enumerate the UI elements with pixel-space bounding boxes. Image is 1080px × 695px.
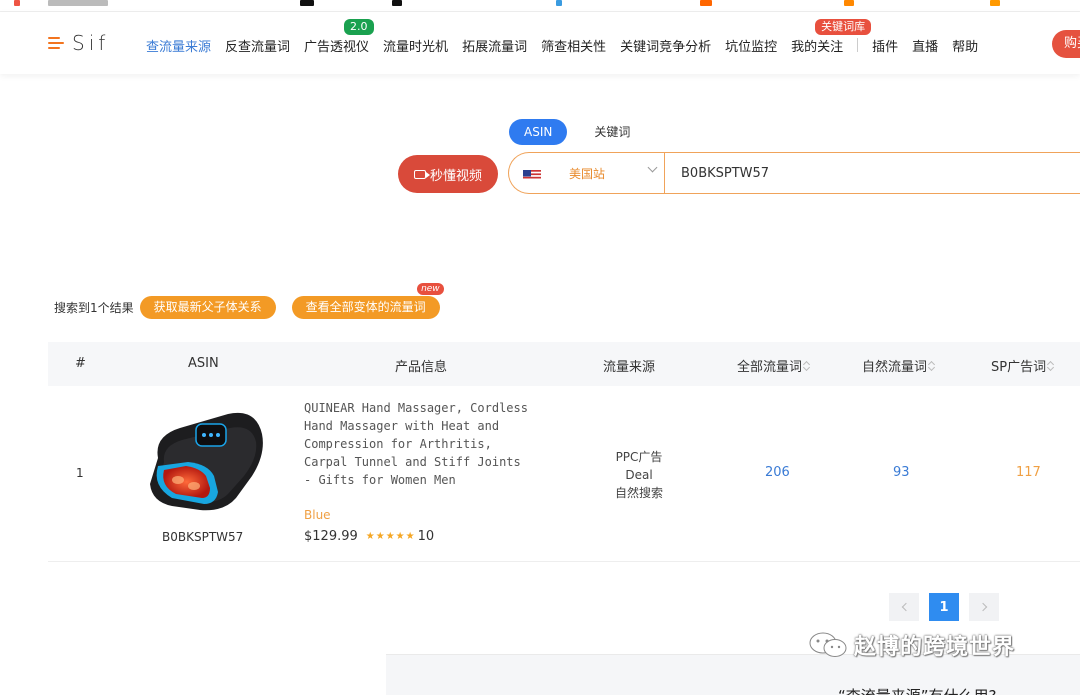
logo-text: Sif: [72, 31, 110, 55]
product-variant: Blue: [304, 508, 331, 522]
sort-icon[interactable]: [929, 361, 935, 371]
product-price: $129.99: [304, 529, 358, 544]
col-header-organic-keywords[interactable]: 自然流量词: [862, 356, 935, 375]
buy-button[interactable]: 购买: [1052, 30, 1080, 58]
review-count: 10: [417, 529, 435, 544]
faq-heading: “查流量来源”有什么用?: [838, 685, 997, 695]
watermark-text: 赵博的跨境世界: [854, 635, 1016, 660]
top-nav-bar: Sif 查流量来源 反查流量词 广告透视仪 2.0 流量时光机 拓展流量词 筛查…: [0, 12, 1080, 74]
logo[interactable]: Sif: [48, 31, 109, 55]
star-rating-icon: ★★★★★: [365, 531, 416, 542]
bookmark-icon[interactable]: [844, 0, 854, 6]
search-box: 美国站: [508, 152, 1080, 194]
bookmark-icon[interactable]: [14, 0, 20, 6]
nav-item-expand-keywords[interactable]: 拓展流量词: [462, 36, 527, 55]
nav-item-relevance[interactable]: 筛查相关性: [541, 36, 606, 55]
main-nav: 查流量来源 反查流量词 广告透视仪 2.0 流量时光机 拓展流量词 筛查相关性 …: [146, 19, 992, 55]
video-icon: [413, 169, 430, 179]
source-item: Deal: [625, 468, 653, 482]
results-summary-bar: 搜索到1个结果 获取最新父子体关系 查看全部变体的流量词 new: [54, 283, 444, 319]
price-rating-row: $129.99 ★★★★★ 10: [304, 529, 434, 544]
nav-item-plugin[interactable]: 插件: [872, 36, 898, 55]
col-header-asin: ASIN: [188, 356, 219, 371]
col-header-label: SP广告词: [991, 360, 1047, 375]
row-number: 1: [76, 466, 84, 480]
table-row: 1 B0BKSPTW57 QUINEAR Hand Massager, Cord…: [48, 386, 1080, 562]
nav-item-my-watchlist[interactable]: 我的关注 关键词库: [791, 19, 872, 55]
us-flag-icon: [523, 167, 541, 179]
marketplace-label: 美国站: [569, 166, 606, 181]
col-header-label: 自然流量词: [862, 360, 928, 375]
col-header-sp-keywords[interactable]: SP广告词: [991, 356, 1054, 375]
version-badge: 2.0: [344, 19, 374, 35]
nav-item-keyword-competition[interactable]: 关键词竞争分析: [620, 36, 711, 55]
row-asin[interactable]: B0BKSPTW57: [162, 530, 243, 544]
next-page-button[interactable]: [969, 593, 999, 621]
organic-keywords-count[interactable]: 93: [893, 465, 910, 480]
nav-item-help[interactable]: 帮助: [952, 36, 978, 55]
all-keywords-count[interactable]: 206: [765, 465, 790, 480]
col-header-all-keywords[interactable]: 全部流量词: [737, 356, 810, 375]
nav-divider: [857, 38, 859, 52]
search-mode-tabs: ASIN 关键词: [509, 119, 645, 145]
new-badge: new: [417, 283, 444, 295]
traffic-sources: PPC广告 Deal 自然搜索: [604, 448, 674, 502]
col-header-source: 流量来源: [603, 360, 656, 375]
bookmark-icon[interactable]: [700, 0, 712, 6]
marketplace-select[interactable]: 美国站: [509, 153, 665, 193]
col-header-product: 产品信息: [395, 360, 448, 375]
prev-page-button[interactable]: [889, 593, 919, 621]
nav-item-traffic-timemachine[interactable]: 流量时光机: [383, 36, 448, 55]
results-count: 搜索到1个结果: [54, 301, 134, 315]
pagination: 1: [889, 593, 1009, 621]
source-item: 自然搜索: [614, 486, 663, 500]
sort-icon[interactable]: [1048, 361, 1054, 371]
sp-keywords-count[interactable]: 117: [1016, 465, 1041, 480]
sort-icon[interactable]: [804, 361, 810, 371]
bookmark-icon[interactable]: [990, 0, 1000, 6]
chevron-left-icon: [901, 602, 910, 612]
bookmark-item[interactable]: [48, 0, 108, 6]
nav-item-label: 广告透视仪: [304, 40, 370, 55]
watermark: 赵博的跨境世界: [808, 629, 1015, 661]
page-button-current[interactable]: 1: [929, 593, 959, 621]
nav-item-reverse-keywords[interactable]: 反查流量词: [225, 36, 290, 55]
view-all-variants-label: 查看全部变体的流量词: [305, 300, 426, 314]
col-header-num: #: [75, 356, 86, 371]
col-header-label: 全部流量词: [737, 360, 803, 375]
video-button-label: 秒懂视频: [429, 168, 482, 184]
fetch-parent-child-button[interactable]: 获取最新父子体关系: [139, 296, 276, 319]
wechat-icon: [809, 632, 847, 657]
bookmark-icon[interactable]: [392, 0, 402, 6]
chevron-down-icon: [647, 162, 658, 173]
asin-search-input[interactable]: [665, 154, 1080, 192]
source-item: PPC广告: [615, 450, 663, 464]
tab-asin[interactable]: ASIN: [509, 119, 568, 145]
table-header: # ASIN 产品信息 流量来源 全部流量词 自然流量词 SP广告词: [48, 342, 1080, 386]
product-title[interactable]: QUINEAR Hand Massager, Cordless Hand Mas…: [304, 399, 530, 489]
page: Sif 查流量来源 反查流量词 广告透视仪 2.0 流量时光机 拓展流量词 筛查…: [0, 0, 1080, 695]
nav-item-traffic-source[interactable]: 查流量来源: [146, 36, 211, 55]
product-image[interactable]: [144, 406, 266, 518]
nav-item-live[interactable]: 直播: [912, 36, 938, 55]
nav-item-ad-insight[interactable]: 广告透视仪 2.0: [304, 19, 374, 55]
chevron-right-icon: [978, 602, 987, 612]
keyword-library-badge: 关键词库: [815, 19, 872, 35]
menu-icon: [48, 35, 64, 51]
bookmark-bar: [0, 0, 1080, 12]
tab-keyword[interactable]: 关键词: [579, 119, 645, 145]
view-all-variants-button[interactable]: 查看全部变体的流量词 new: [291, 283, 444, 319]
nav-item-label: 我的关注: [791, 40, 844, 55]
nav-item-slot-monitor[interactable]: 坑位监控: [725, 36, 777, 55]
bookmark-icon[interactable]: [556, 0, 562, 6]
bookmark-icon[interactable]: [300, 0, 314, 6]
video-tutorial-button[interactable]: 秒懂视频: [398, 155, 498, 193]
